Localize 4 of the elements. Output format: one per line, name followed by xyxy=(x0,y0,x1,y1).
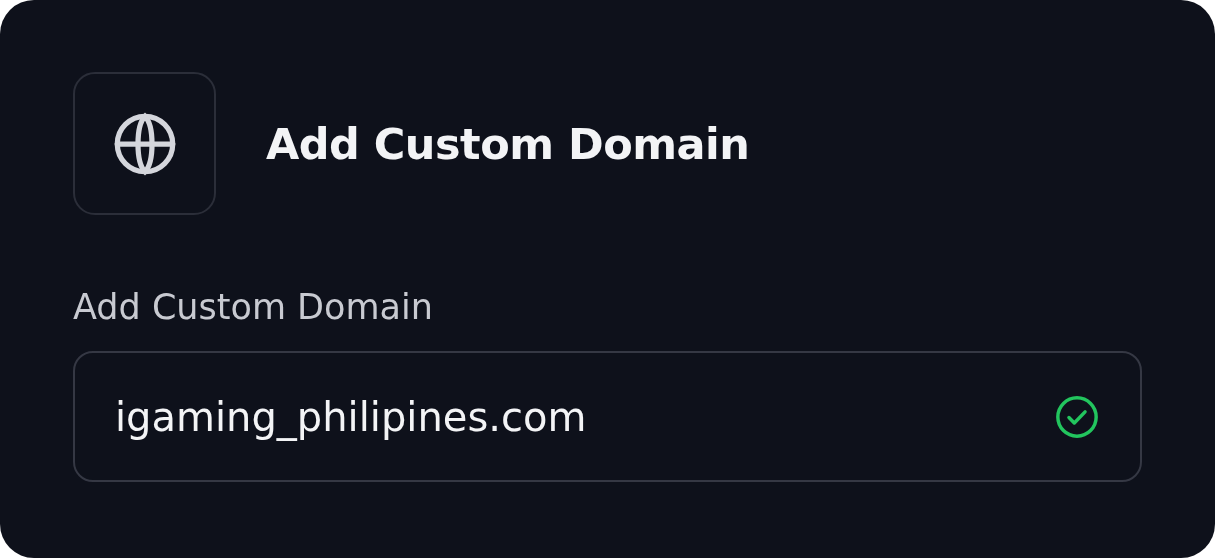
dialog-title: Add Custom Domain xyxy=(266,118,750,169)
check-circle-icon xyxy=(1054,393,1100,440)
field-label: Add Custom Domain xyxy=(73,286,433,329)
domain-field[interactable]: igaming_philipines.com xyxy=(73,351,1142,482)
